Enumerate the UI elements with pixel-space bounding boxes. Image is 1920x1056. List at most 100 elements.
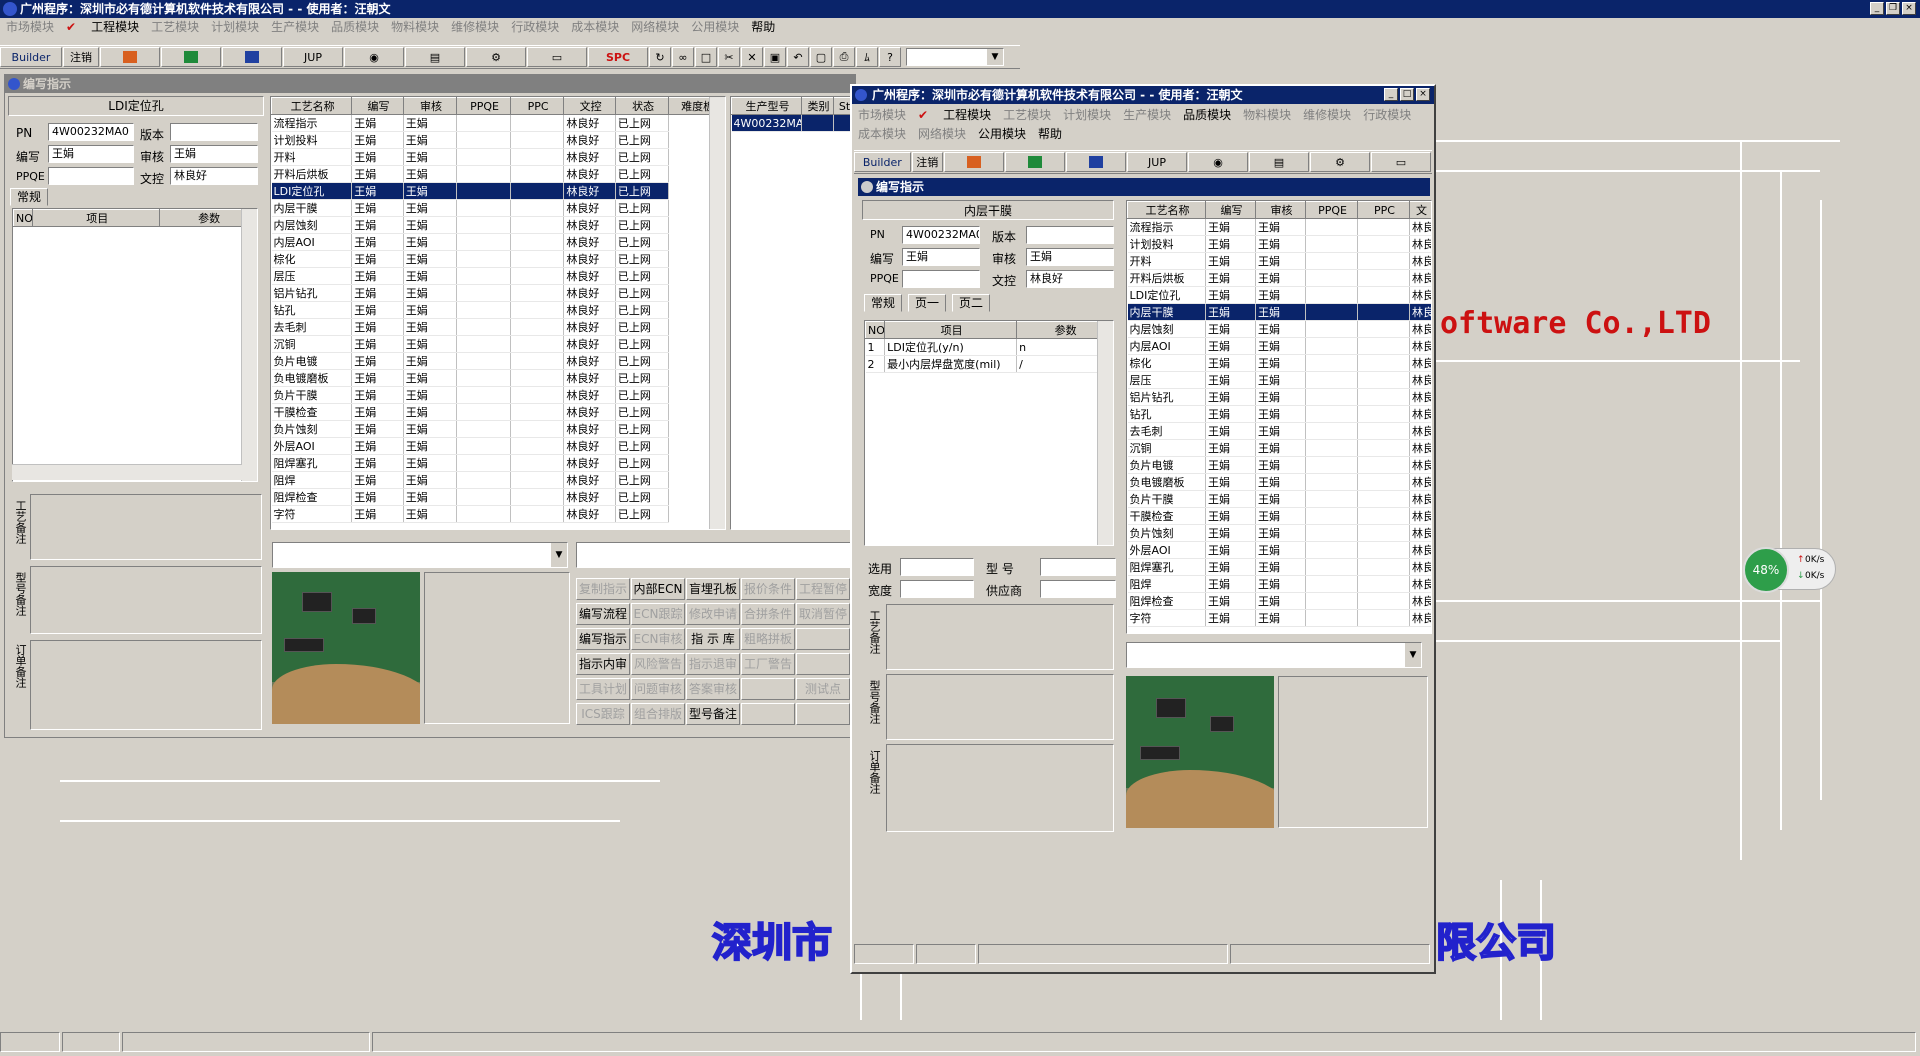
- table-row[interactable]: 阻焊王娟王娟林良: [1127, 575, 1431, 593]
- column-header[interactable]: NO: [865, 321, 886, 339]
- column-header[interactable]: 编写: [1205, 201, 1256, 219]
- table-row[interactable]: 2 最小内层焊盘宽度(mil) /: [865, 355, 1113, 373]
- table-row[interactable]: 阻焊塞孔 王娟 王娟 林良好 已上网: [271, 454, 725, 472]
- action-button[interactable]: 粗略拼板: [741, 628, 795, 650]
- main-menu-item-12[interactable]: 帮助: [751, 17, 775, 37]
- table-row[interactable]: 钻孔王娟王娟林良: [1127, 405, 1431, 423]
- close-icon[interactable]: ×: [1902, 2, 1916, 15]
- action-button[interactable]: 工厂警告: [741, 653, 795, 675]
- action-button[interactable]: ECN跟踪: [631, 603, 685, 625]
- undo-icon[interactable]: ↶: [787, 47, 809, 67]
- action-button[interactable]: 指 示 库: [686, 628, 740, 650]
- floating-menu-item-9[interactable]: 成本模块: [858, 125, 906, 144]
- chevron-down-icon[interactable]: ▼: [551, 543, 567, 567]
- main-menu-item-4[interactable]: 生产模块: [271, 17, 319, 37]
- table-row[interactable]: 负片电镀 王娟 王娟 林良好 已上网: [271, 352, 725, 370]
- floating-doc-field[interactable]: 林良好: [1026, 270, 1114, 288]
- table-row[interactable]: 负片蚀刻王娟王娟林良: [1127, 524, 1431, 542]
- order-memo[interactable]: [30, 640, 262, 730]
- supplier-field[interactable]: [1040, 580, 1116, 598]
- action-button[interactable]: 取消暂停: [796, 603, 850, 625]
- doc-control-field[interactable]: 林良好: [170, 167, 258, 185]
- table-row[interactable]: 棕化 王娟 王娟 林良好 已上网: [271, 250, 725, 268]
- model-memo[interactable]: [30, 566, 262, 634]
- floating-jup-button[interactable]: JUP: [1127, 152, 1187, 172]
- floating-maximize-icon[interactable]: □: [1400, 88, 1414, 101]
- column-header[interactable]: 编写: [351, 97, 404, 115]
- floating-menu-item-2[interactable]: 工艺模块: [1003, 106, 1051, 125]
- table-row[interactable]: 负片干膜王娟王娟林良: [1127, 490, 1431, 508]
- table-row[interactable]: 外层AOI王娟王娟林良: [1127, 541, 1431, 559]
- table-row[interactable]: 开料王娟王娟林良: [1127, 252, 1431, 270]
- jup-button[interactable]: JUP: [283, 47, 343, 67]
- left-combo[interactable]: ▼: [272, 542, 568, 568]
- table-row[interactable]: 1 LDI定位孔(y/n) n: [865, 338, 1113, 356]
- table-row[interactable]: 内层AOI 王娟 王娟 林良好 已上网: [271, 233, 725, 251]
- main-menu-item-9[interactable]: 成本模块: [571, 17, 619, 37]
- table-row[interactable]: 开料 王娟 王娟 林良好 已上网: [271, 148, 725, 166]
- toolbar-combo[interactable]: ▼: [906, 48, 1004, 66]
- floating-menu-item-11[interactable]: 公用模块: [978, 125, 1026, 144]
- new-file-icon[interactable]: □: [695, 47, 717, 67]
- excel-icon[interactable]: [161, 47, 221, 67]
- floating-pn-field[interactable]: 4W00232MA0: [902, 226, 980, 244]
- table-row[interactable]: 铝片钻孔 王娟 王娟 林良好 已上网: [271, 284, 725, 302]
- table-row[interactable]: 内层蚀刻 王娟 王娟 林良好 已上网: [271, 216, 725, 234]
- floating-logout-button[interactable]: 注销: [911, 152, 943, 172]
- main-menu-item-8[interactable]: 行政模块: [511, 17, 559, 37]
- main-menu-item-7[interactable]: 维修模块: [451, 17, 499, 37]
- column-header[interactable]: 工艺名称: [1127, 201, 1206, 219]
- floating-menu-item-12[interactable]: 帮助: [1038, 125, 1062, 144]
- main-menu-item-6[interactable]: 物料模块: [391, 17, 439, 37]
- floating-close-icon[interactable]: ×: [1416, 88, 1430, 101]
- action-button[interactable]: 问题审核: [631, 678, 685, 700]
- table-row[interactable]: 计划投料 王娟 王娟 林良好 已上网: [271, 131, 725, 149]
- table-row[interactable]: 铝片钻孔王娟王娟林良: [1127, 388, 1431, 406]
- table-row[interactable]: 沉铜王娟王娟林良: [1127, 439, 1431, 457]
- table-row[interactable]: 沉铜 王娟 王娟 林良好 已上网: [271, 335, 725, 353]
- action-button[interactable]: 答案审核: [686, 678, 740, 700]
- action-button[interactable]: ICS跟踪: [576, 703, 630, 725]
- cut-icon[interactable]: ✂: [718, 47, 740, 67]
- table-row[interactable]: 负电镀磨板 王娟 王娟 林良好 已上网: [271, 369, 725, 387]
- action-button[interactable]: ECN审核: [631, 628, 685, 650]
- floating-eye-icon[interactable]: ◉: [1188, 152, 1248, 172]
- table-row[interactable]: 棕化王娟王娟林良: [1127, 354, 1431, 372]
- table-row[interactable]: 4W00232MA0: [731, 114, 853, 132]
- reviewer-field[interactable]: 王娟: [170, 145, 258, 163]
- column-header[interactable]: PPQE: [456, 97, 511, 115]
- model-field[interactable]: [1040, 558, 1116, 576]
- word-icon[interactable]: [222, 47, 282, 67]
- process-scrollbar[interactable]: [709, 97, 725, 529]
- right-combo[interactable]: [576, 542, 854, 568]
- floating-tab-page1[interactable]: 页一: [908, 294, 947, 312]
- main-menu-item-10[interactable]: 网络模块: [631, 17, 679, 37]
- preview-icon[interactable]: ▢: [810, 47, 832, 67]
- table-row[interactable]: 内层AOI王娟王娟林良: [1127, 337, 1431, 355]
- floating-process-memo[interactable]: [886, 604, 1114, 670]
- table-row[interactable]: 负片电镀王娟王娟林良: [1127, 456, 1431, 474]
- floating-database-icon[interactable]: ▤: [1249, 152, 1309, 172]
- table-row[interactable]: 字符王娟王娟林良: [1127, 609, 1431, 627]
- builder-button[interactable]: Builder: [0, 47, 62, 67]
- action-button[interactable]: 指示退审: [686, 653, 740, 675]
- action-button[interactable]: 型号备注: [686, 703, 740, 725]
- table-row[interactable]: 钻孔 王娟 王娟 林良好 已上网: [271, 301, 725, 319]
- param-scrollbar[interactable]: [241, 209, 257, 481]
- tab-general[interactable]: 常规: [10, 188, 49, 206]
- column-header[interactable]: 状态: [614, 97, 670, 115]
- action-button[interactable]: 指示内审: [576, 653, 630, 675]
- floating-builder-button[interactable]: Builder: [854, 152, 911, 172]
- network-icon[interactable]: ⚙: [466, 47, 526, 67]
- action-button[interactable]: [741, 678, 795, 700]
- eye-icon[interactable]: ◉: [344, 47, 404, 67]
- action-button[interactable]: 组合排版: [631, 703, 685, 725]
- table-row[interactable]: 内层干膜王娟王娟林良: [1127, 303, 1431, 321]
- table-row[interactable]: 去毛刺王娟王娟林良: [1127, 422, 1431, 440]
- column-header[interactable]: 生产型号: [731, 97, 802, 115]
- table-row[interactable]: 干膜检查 王娟 王娟 林良好 已上网: [271, 403, 725, 421]
- floating-tab-general[interactable]: 常规: [864, 294, 903, 312]
- pn-field[interactable]: 4W00232MA0: [48, 123, 134, 141]
- floating-powerpoint-icon[interactable]: [944, 152, 1004, 172]
- action-button[interactable]: 编写指示: [576, 628, 630, 650]
